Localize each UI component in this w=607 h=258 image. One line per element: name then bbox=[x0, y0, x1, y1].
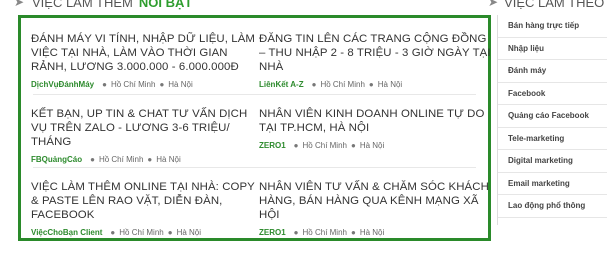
job-meta: ViệcChoBạn Client ● Hồ Chí Minh ● Hà Nội bbox=[31, 228, 263, 237]
category-item[interactable]: Quảng cáo Facebook bbox=[498, 105, 607, 128]
megaphone-icon: ➤ bbox=[14, 0, 25, 9]
job-company[interactable]: LiênKết A-Z bbox=[259, 80, 304, 89]
job-company[interactable]: ZERO1 bbox=[259, 228, 286, 237]
sidebar-title: VIỆC LÀM THEO T bbox=[504, 0, 607, 10]
job-location: Hà Nội bbox=[176, 228, 202, 237]
row-divider bbox=[33, 94, 476, 95]
job-location: Hồ Chí Minh bbox=[119, 228, 164, 237]
job-title[interactable]: ĐĂNG TIN LÊN CÁC TRANG CỘNG ĐỒNG – THU N… bbox=[259, 32, 491, 74]
section-header: ➤ VIỆC LÀM THÊM NỔI BẬT bbox=[14, 0, 193, 10]
location-pin-icon: ● bbox=[110, 228, 116, 237]
sidebar-header: ➤ VIỆC LÀM THEO T bbox=[488, 0, 607, 10]
job-location: Hà Nội bbox=[168, 80, 193, 89]
category-item[interactable]: Facebook bbox=[498, 83, 607, 105]
job-location: Hà Nội bbox=[359, 228, 385, 237]
job-meta: ZERO1 ● Hồ Chí Minh ● Hà Nội bbox=[259, 228, 491, 237]
section-title-highlight: NỔI BẬT bbox=[138, 0, 193, 10]
category-item[interactable]: Lao động phổ thông bbox=[498, 195, 607, 218]
job-meta: LiênKết A-Z ● Hồ Chí Minh ● Hà Nội bbox=[259, 80, 491, 89]
job-title[interactable]: VIỆC LÀM THÊM ONLINE TẠI NHÀ: COPY & PAS… bbox=[31, 180, 263, 222]
job-location: Hà Nội bbox=[156, 155, 181, 164]
location-pin-icon: ● bbox=[90, 155, 95, 164]
location-pin-icon: ● bbox=[350, 141, 356, 150]
job-location: Hồ Chí Minh bbox=[110, 80, 156, 89]
job-title[interactable]: NHÂN VIÊN TƯ VẤN & CHĂM SÓC KHÁCH HÀNG, … bbox=[259, 180, 491, 222]
category-item[interactable]: Digital marketing bbox=[498, 150, 607, 173]
location-pin-icon: ● bbox=[350, 228, 356, 237]
job-location: Hồ Chí Minh bbox=[98, 155, 144, 164]
category-item[interactable]: Bán hàng trực tiếp bbox=[498, 15, 607, 38]
job-card[interactable]: VIỆC LÀM THÊM ONLINE TẠI NHÀ: COPY & PAS… bbox=[31, 180, 263, 237]
megaphone-icon: ➤ bbox=[488, 0, 499, 9]
category-item[interactable]: Email marketing bbox=[498, 173, 607, 195]
job-location: Hồ Chí Minh bbox=[302, 141, 347, 150]
job-card[interactable]: KẾT BẠN, UP TIN & CHAT TƯ VẤN DỊCH VỤ TR… bbox=[31, 107, 263, 164]
job-card[interactable]: NHÂN VIÊN TƯ VẤN & CHĂM SÓC KHÁCH HÀNG, … bbox=[259, 180, 491, 237]
category-list: Bán hàng trực tiếp Nhập liệu Đánh máy Fa… bbox=[497, 15, 607, 225]
location-pin-icon: ● bbox=[293, 141, 299, 150]
job-title[interactable]: KẾT BẠN, UP TIN & CHAT TƯ VẤN DỊCH VỤ TR… bbox=[31, 107, 263, 149]
category-item[interactable]: Tele-marketing bbox=[498, 128, 607, 150]
location-pin-icon: ● bbox=[102, 80, 107, 89]
location-pin-icon: ● bbox=[311, 80, 317, 89]
section-title-prefix: VIỆC LÀM THÊM bbox=[32, 0, 133, 10]
location-pin-icon: ● bbox=[293, 228, 299, 237]
category-item[interactable]: Đánh máy bbox=[498, 60, 607, 83]
location-pin-icon: ● bbox=[167, 228, 173, 237]
row-divider bbox=[33, 167, 476, 168]
job-meta: DịchVụĐánhMáy ● Hồ Chí Minh ● Hà Nội bbox=[31, 80, 263, 89]
category-item[interactable]: Nhập liệu bbox=[498, 38, 607, 60]
job-location: Hồ Chí Minh bbox=[320, 80, 365, 89]
location-pin-icon: ● bbox=[147, 155, 153, 164]
job-company[interactable]: DịchVụĐánhMáy bbox=[31, 80, 94, 89]
featured-jobs-box: ĐÁNH MÁY VI TÍNH, NHẬP DỮ LIỆU, LÀM VIỆC… bbox=[18, 15, 491, 241]
job-location: Hồ Chí Minh bbox=[302, 228, 347, 237]
location-pin-icon: ● bbox=[368, 80, 374, 89]
job-location: Hà Nội bbox=[359, 141, 385, 150]
job-company[interactable]: ZERO1 bbox=[259, 141, 286, 150]
location-pin-icon: ● bbox=[159, 80, 165, 89]
job-company[interactable]: FBQuảngCáo bbox=[31, 155, 82, 164]
job-meta: FBQuảngCáo ● Hồ Chí Minh ● Hà Nội bbox=[31, 155, 263, 164]
job-title[interactable]: NHÂN VIÊN KINH DOANH ONLINE TỰ DO TẠI TP… bbox=[259, 107, 491, 135]
job-meta: ZERO1 ● Hồ Chí Minh ● Hà Nội bbox=[259, 141, 491, 150]
job-title[interactable]: ĐÁNH MÁY VI TÍNH, NHẬP DỮ LIỆU, LÀM VIỆC… bbox=[31, 32, 263, 74]
job-card[interactable]: ĐĂNG TIN LÊN CÁC TRANG CỘNG ĐỒNG – THU N… bbox=[259, 32, 491, 89]
job-card[interactable]: ĐÁNH MÁY VI TÍNH, NHẬP DỮ LIỆU, LÀM VIỆC… bbox=[31, 32, 263, 89]
job-card[interactable]: NHÂN VIÊN KINH DOANH ONLINE TỰ DO TẠI TP… bbox=[259, 107, 491, 150]
job-company[interactable]: ViệcChoBạn Client bbox=[31, 228, 102, 237]
job-location: Hà Nội bbox=[377, 80, 403, 89]
